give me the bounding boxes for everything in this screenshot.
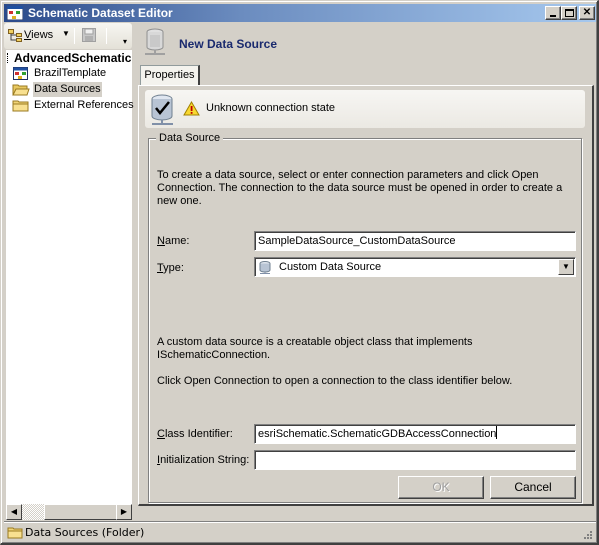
folder-open-icon	[12, 84, 30, 96]
type-select-value: Custom Data Source	[279, 261, 382, 273]
groupbox-legend: Data Source	[156, 132, 224, 144]
initialization-string-label: Initialization String:	[157, 454, 249, 466]
connection-status-text: Unknown connection state	[206, 102, 336, 114]
toolbar-overflow-icon[interactable]: ▾	[120, 37, 130, 47]
class-id-accesskey: C	[157, 428, 165, 440]
tree-item-label: Data Sources	[33, 82, 102, 97]
type-dropdown-button[interactable]: ▼	[558, 259, 574, 275]
template-icon	[13, 67, 28, 80]
tree-toolbar: Views ▼ ▾	[4, 23, 132, 49]
type-select[interactable]: Custom Data Source ▼	[254, 257, 576, 277]
tree-horizontal-scrollbar[interactable]: ◀ ▶	[6, 504, 132, 520]
save-icon[interactable]	[82, 28, 96, 42]
open-connection-hint: Click Open Connection to open a connecti…	[157, 375, 513, 387]
init-label-rest: nitialization String:	[160, 454, 250, 466]
custom-source-description: A custom data source is a creatable obje…	[157, 336, 473, 361]
tree-item-label: BrazilTemplate	[34, 67, 107, 79]
schematic-dataset-editor-window: Schematic Dataset Editor ✕ Views ▼ ▾ Adv…	[0, 0, 599, 545]
type-label-rest: ype:	[163, 262, 184, 274]
cancel-button[interactable]: Cancel	[490, 476, 576, 499]
tree-root-line	[7, 53, 9, 63]
warning-icon	[183, 101, 200, 116]
tree-item-label: External References	[34, 99, 134, 111]
intro-text: To create a data source, select or enter…	[157, 169, 563, 207]
close-button[interactable]: ✕	[579, 6, 595, 20]
arrow-right-icon: ▶	[120, 507, 128, 516]
views-label-rest: iews	[31, 29, 54, 41]
app-icon	[7, 6, 23, 20]
left-panel: Views ▼ ▾ AdvancedSchematic BrazilTempla…	[4, 23, 134, 520]
class-identifier-label: Class Identifier:	[157, 428, 233, 440]
status-bar-text: Data Sources (Folder)	[25, 526, 145, 539]
title-bar[interactable]: Schematic Dataset Editor ✕	[4, 4, 596, 22]
name-accesskey: N	[157, 235, 165, 247]
database-check-icon	[151, 94, 173, 125]
folder-icon	[7, 527, 23, 539]
maximize-icon	[564, 9, 574, 17]
window-title: Schematic Dataset Editor	[28, 6, 173, 20]
dataset-tree: AdvancedSchematic BrazilTemplate Data So…	[4, 50, 134, 506]
text-caret	[496, 426, 498, 439]
initialization-string-input[interactable]	[254, 450, 576, 470]
chevron-down-icon: ▼	[562, 262, 570, 271]
resize-grip-icon[interactable]	[582, 529, 592, 539]
toolbar-separator	[106, 28, 107, 44]
name-label-rest: ame:	[164, 235, 190, 247]
maximize-button[interactable]	[561, 6, 577, 20]
arrow-left-icon: ◀	[10, 507, 18, 516]
custom-data-source-icon	[259, 261, 271, 274]
scroll-thumb[interactable]	[44, 504, 119, 520]
page-title: New Data Source	[179, 37, 278, 51]
toolbar-separator	[74, 28, 75, 44]
close-icon: ✕	[582, 7, 592, 18]
views-icon	[8, 29, 22, 42]
views-dropdown-icon[interactable]: ▼	[62, 29, 70, 38]
type-label: Type:	[157, 262, 184, 274]
data-source-icon	[145, 28, 165, 55]
minimize-icon	[550, 15, 556, 17]
scroll-left-button[interactable]: ◀	[6, 504, 22, 520]
scroll-right-button[interactable]: ▶	[116, 504, 132, 520]
tree-root[interactable]: AdvancedSchematic	[14, 51, 131, 65]
tab-properties[interactable]: Properties	[140, 65, 200, 86]
minimize-button[interactable]	[545, 6, 561, 20]
class-identifier-input[interactable]: esriSchematic.SchematicGDBAccessConnecti…	[254, 424, 576, 444]
ok-button[interactable]: OK	[398, 476, 484, 499]
class-id-label-rest: lass Identifier:	[164, 428, 233, 440]
views-menu-button[interactable]: Views	[24, 29, 53, 41]
name-input[interactable]: SampleDataSource_CustomDataSource	[254, 231, 576, 251]
folder-icon	[12, 100, 29, 112]
class-identifier-value: esriSchematic.SchematicGDBAccessConnecti…	[258, 428, 497, 440]
name-label: Name:	[157, 235, 189, 247]
connection-status-bar: Unknown connection state	[145, 90, 585, 128]
status-bar: Data Sources (Folder)	[4, 522, 596, 542]
